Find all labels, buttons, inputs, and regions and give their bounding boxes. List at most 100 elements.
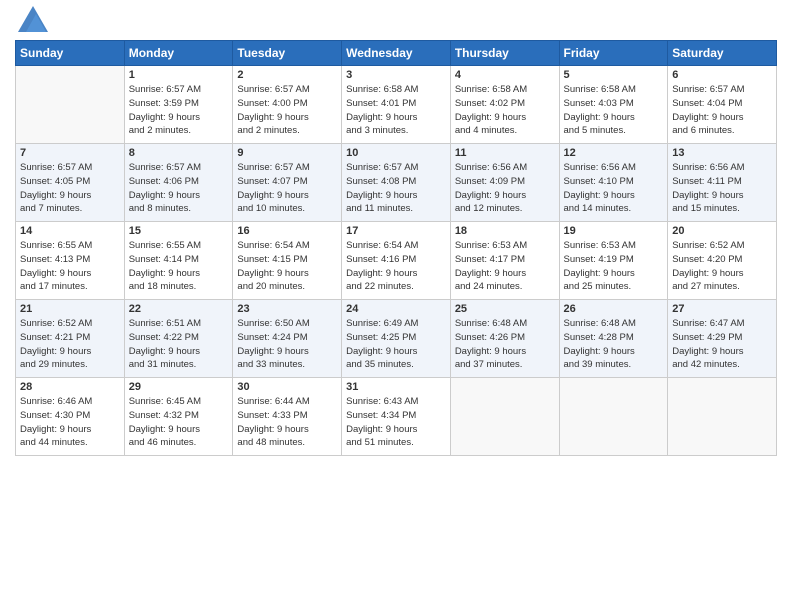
info-line: and 6 minutes. (672, 125, 734, 136)
info-line: Sunrise: 6:57 AM (237, 162, 309, 173)
info-line: and 27 minutes. (672, 281, 740, 292)
calendar-cell: 23Sunrise: 6:50 AMSunset: 4:24 PMDayligh… (233, 300, 342, 378)
info-line: Daylight: 9 hours (20, 424, 91, 435)
info-line: Sunset: 4:16 PM (346, 254, 416, 265)
calendar-cell: 26Sunrise: 6:48 AMSunset: 4:28 PMDayligh… (559, 300, 668, 378)
info-line: Daylight: 9 hours (20, 268, 91, 279)
info-line: and 22 minutes. (346, 281, 414, 292)
calendar-cell: 4 Sunrise: 6:58 AMSunset: 4:02 PMDaylight… (450, 66, 559, 144)
day-number: 8 (129, 147, 229, 159)
day-number: 7 (20, 147, 120, 159)
info-line: Sunrise: 6:54 AM (346, 240, 418, 251)
day-info: Sunrise: 6:57 AM Sunset: 4:07 PM Daylight:… (237, 161, 337, 216)
day-info: Sunrise: 6:54 AM Sunset: 4:15 PM Daylight:… (237, 239, 337, 294)
day-number: 29 (129, 381, 229, 393)
info-line: and 48 minutes. (237, 437, 305, 448)
day-info: Sunrise: 6:56 AMSunset: 4:11 PMDaylight:… (672, 161, 772, 216)
info-line: and 2 minutes. (237, 125, 299, 136)
calendar-cell: 7Sunrise: 6:57 AMSunset: 4:05 PMDaylight… (16, 144, 125, 222)
calendar-cell: 30 Sunrise: 6:44 AMSunset: 4:33 PMDayligh… (233, 378, 342, 456)
calendar-cell (16, 66, 125, 144)
day-number: 30 (237, 381, 337, 393)
day-number: 10 (346, 147, 446, 159)
info-line: Sunset: 4:33 PM (237, 410, 307, 421)
day-number: 14 (20, 225, 120, 237)
day-number: 20 (672, 225, 772, 237)
logo-icon (18, 6, 48, 32)
day-number: 22 (129, 303, 229, 315)
day-number: 23 (237, 303, 337, 315)
info-line: Daylight: 9 hours (672, 346, 743, 357)
info-line: Daylight: 9 hours (237, 112, 308, 123)
calendar-cell: 5Sunrise: 6:58 AMSunset: 4:03 PMDaylight… (559, 66, 668, 144)
info-line: Daylight: 9 hours (346, 268, 417, 279)
info-line: Daylight: 9 hours (237, 424, 308, 435)
day-info: Sunrise: 6:57 AMSunset: 4:06 PMDaylight:… (129, 161, 229, 216)
day-number: 4 (455, 69, 555, 81)
info-line: and 39 minutes. (564, 359, 632, 370)
day-info: Sunrise: 6:58 AMSunset: 4:02 PMDaylight:… (455, 83, 555, 138)
info-line: Sunset: 4:07 PM (237, 176, 307, 187)
info-line: Daylight: 9 hours (564, 112, 635, 123)
info-line: Sunrise: 6:55 AM (20, 240, 92, 251)
info-line: Sunrise: 6:56 AM (672, 162, 744, 173)
info-line: and 15 minutes. (672, 203, 740, 214)
info-line: and 4 minutes. (455, 125, 517, 136)
info-line: Sunrise: 6:54 AM (237, 240, 309, 251)
info-line: Sunrise: 6:57 AM (346, 162, 418, 173)
info-line: Sunset: 4:32 PM (129, 410, 199, 421)
day-number: 3 (346, 69, 446, 81)
day-info: Sunrise: 6:52 AMSunset: 4:21 PMDaylight:… (20, 317, 120, 372)
day-info: Sunrise: 6:52 AMSunset: 4:20 PMDaylight:… (672, 239, 772, 294)
info-line: Daylight: 9 hours (455, 268, 526, 279)
day-number: 28 (20, 381, 120, 393)
info-line: Daylight: 9 hours (237, 190, 308, 201)
day-number: 12 (564, 147, 664, 159)
calendar-cell: 2Sunrise: 6:57 AMSunset: 4:00 PMDaylight… (233, 66, 342, 144)
day-info: Sunrise: 6:49 AMSunset: 4:25 PMDaylight:… (346, 317, 446, 372)
info-line: Sunrise: 6:52 AM (672, 240, 744, 251)
info-line: Sunset: 4:34 PM (346, 410, 416, 421)
calendar-cell: 19Sunrise: 6:53 AMSunset: 4:19 PMDayligh… (559, 222, 668, 300)
info-line: Sunset: 4:10 PM (564, 176, 634, 187)
info-line: Sunrise: 6:56 AM (455, 162, 527, 173)
info-line: Sunset: 4:17 PM (455, 254, 525, 265)
header-thursday: Thursday (450, 41, 559, 66)
day-number: 1 (129, 69, 229, 81)
info-line: and 2 minutes. (129, 125, 191, 136)
info-line: Daylight: 9 hours (672, 268, 743, 279)
day-number: 15 (129, 225, 229, 237)
day-info: Sunrise: 6:55 AMSunset: 4:13 PMDaylight:… (20, 239, 120, 294)
info-line: Sunset: 4:00 PM (237, 98, 307, 109)
info-line: Sunset: 4:15 PM (237, 254, 307, 265)
info-line: and 11 minutes. (346, 203, 413, 214)
day-info: Sunrise: 6:44 AMSunset: 4:33 PMDaylight:… (237, 395, 337, 450)
info-line: Daylight: 9 hours (237, 268, 308, 279)
day-number: 19 (564, 225, 664, 237)
day-info: Sunrise: 6:57 AMSunset: 3:59 PMDaylight:… (129, 83, 229, 138)
info-line: Sunrise: 6:55 AM (129, 240, 201, 251)
info-line: Sunrise: 6:50 AM (237, 318, 309, 329)
calendar-cell: 31Sunrise: 6:43 AMSunset: 4:34 PMDayligh… (342, 378, 451, 456)
info-line: Sunset: 4:11 PM (672, 176, 742, 187)
calendar-cell: 1 Sunrise: 6:57 AMSunset: 3:59 PMDaylight… (124, 66, 233, 144)
day-info: Sunrise: 6:54 AM Sunset: 4:16 PM Daylight:… (346, 239, 446, 294)
calendar-cell: 13Sunrise: 6:56 AMSunset: 4:11 PMDayligh… (668, 144, 777, 222)
info-line: and 44 minutes. (20, 437, 88, 448)
info-line: and 29 minutes. (20, 359, 88, 370)
calendar-cell: 16 Sunrise: 6:54 AM Sunset: 4:15 PM Dayligh… (233, 222, 342, 300)
info-line: and 3 minutes. (346, 125, 408, 136)
info-line: Sunrise: 6:45 AM (129, 396, 201, 407)
calendar-cell: 11Sunrise: 6:56 AMSunset: 4:09 PMDayligh… (450, 144, 559, 222)
info-line: and 20 minutes. (237, 281, 305, 292)
calendar-cell: 15Sunrise: 6:55 AMSunset: 4:14 PMDayligh… (124, 222, 233, 300)
day-number: 16 (237, 225, 337, 237)
header-saturday: Saturday (668, 41, 777, 66)
week-row-4: 21Sunrise: 6:52 AMSunset: 4:21 PMDayligh… (16, 300, 777, 378)
day-info: Sunrise: 6:43 AMSunset: 4:34 PMDaylight:… (346, 395, 446, 450)
info-line: and 12 minutes. (455, 203, 523, 214)
info-line: Daylight: 9 hours (455, 112, 526, 123)
info-line: and 10 minutes. (237, 203, 305, 214)
info-line: Sunrise: 6:52 AM (20, 318, 92, 329)
info-line: Daylight: 9 hours (346, 112, 417, 123)
